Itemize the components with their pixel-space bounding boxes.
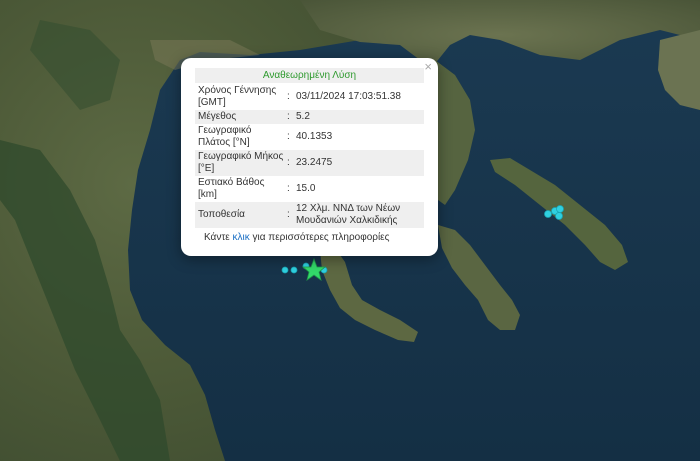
info-value: 03/11/2024 17:03:51.38 xyxy=(296,91,401,102)
info-value: 12 Χλμ. ΝΝΔ των Νέων Μουδανιών Χαλκιδική… xyxy=(293,202,424,228)
info-value: 5.2 xyxy=(293,110,424,124)
event-info-table: Χρόνος Γέννησης [GMT]:03/11/2024 17:03:5… xyxy=(195,84,424,228)
info-label: Τοποθεσία xyxy=(195,202,287,228)
info-row: Μέγεθος:5.2 xyxy=(195,110,424,124)
info-row: Γεωγραφικό Πλάτος [°N]:40.1353 xyxy=(195,124,424,150)
info-label: Εστιακό Βάθος [km] xyxy=(198,177,265,200)
info-value: 23.2475 xyxy=(293,150,424,176)
info-value: 40.1353 xyxy=(296,131,333,142)
info-label: Χρόνος Γέννησης [GMT] xyxy=(198,85,277,108)
info-row: Τοποθεσία:12 Χλμ. ΝΝΔ των Νέων Μουδανιών… xyxy=(195,202,424,228)
info-label: Γεωγραφικό Πλάτος [°N] xyxy=(198,125,252,148)
info-row: Γεωγραφικό Μήκος [°E]:23.2475 xyxy=(195,150,424,176)
more-suffix: για περισσότερες πληροφορίες xyxy=(249,232,390,243)
more-info-line: Κάντε κλικ για περισσότερες πληροφορίες xyxy=(195,232,424,243)
info-row: Χρόνος Γέννησης [GMT]:03/11/2024 17:03:5… xyxy=(195,84,424,110)
more-prefix: Κάντε xyxy=(204,232,233,243)
event-info-popup: × Αναθεωρημένη Λύση Χρόνος Γέννησης [GMT… xyxy=(181,58,438,256)
popup-title: Αναθεωρημένη Λύση xyxy=(195,68,424,83)
info-label: Γεωγραφικό Μήκος [°E] xyxy=(195,150,287,176)
close-icon[interactable]: × xyxy=(424,60,432,74)
info-row: Εστιακό Βάθος [km]:15.0 xyxy=(195,176,424,202)
more-info-link[interactable]: κλικ xyxy=(233,232,250,243)
info-label: Μέγεθος xyxy=(195,110,287,124)
info-value: 15.0 xyxy=(296,183,316,194)
